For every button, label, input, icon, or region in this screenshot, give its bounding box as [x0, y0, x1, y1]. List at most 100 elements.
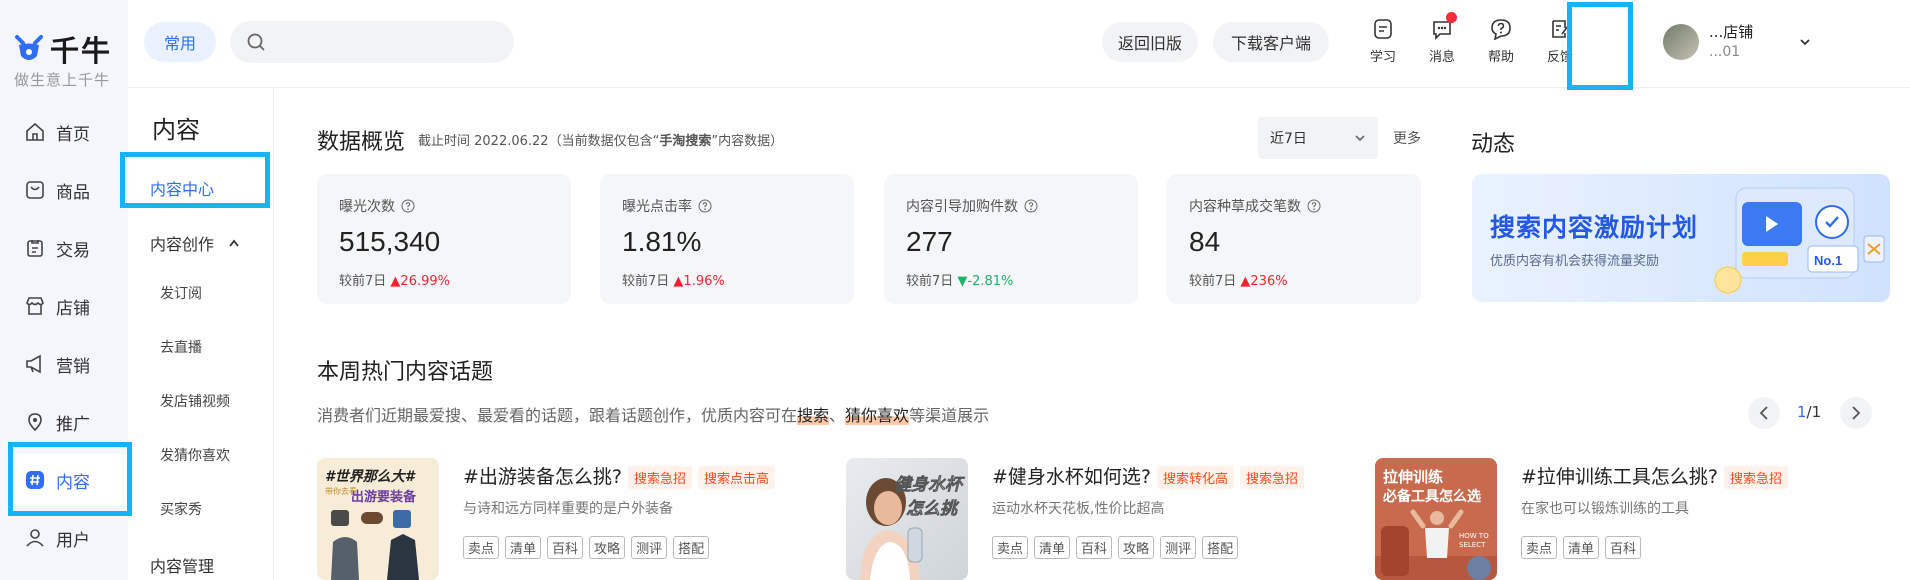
subnav-item-subscribe[interactable]: 发订阅: [160, 283, 202, 303]
overview-more-link[interactable]: 更多: [1393, 128, 1421, 148]
topic-chip[interactable]: 搭配: [1202, 536, 1239, 559]
topic-card-stretch-tools[interactable]: 拉伸训练 必备工具怎么选 HOW TO SELECT #拉伸训练工具怎么挑? 搜索…: [1375, 458, 1855, 580]
help-button[interactable]: 帮助: [1471, 18, 1531, 70]
metric-card-add-to-cart[interactable]: 内容引导加购件数 277 较前7日 ▼-2.81%: [884, 174, 1138, 304]
subnav-item-guess-you-like[interactable]: 发猜你喜欢: [160, 445, 230, 465]
topic-tag: 搜索急招: [628, 466, 693, 489]
topic-chip[interactable]: 测评: [1160, 536, 1197, 559]
metric-card-ctr[interactable]: 曝光点击率 1.81% 较前7日 ▲1.96%: [600, 174, 854, 304]
overview-note-bold: 手淘搜索: [659, 134, 712, 149]
hot-topics-desc-separator: 、: [829, 406, 846, 425]
metric-compare-label: 较前7日: [622, 274, 670, 289]
incentive-banner[interactable]: 搜索内容激励计划 优质内容有机会获得流量奖励 No.1: [1472, 174, 1890, 302]
nav-item-user[interactable]: 用户: [10, 512, 128, 564]
shop-icon: [26, 297, 44, 315]
account-id: ...01: [1709, 44, 1741, 60]
topic-title: #健身水杯如何选?: [992, 466, 1152, 488]
help-icon: [1491, 19, 1511, 40]
topic-chip[interactable]: 百科: [1605, 536, 1642, 559]
topic-chip[interactable]: 测评: [631, 536, 668, 559]
metric-delta: -2.81%: [967, 274, 1014, 289]
question-icon[interactable]: [401, 199, 415, 213]
nav-label: 内容: [56, 472, 90, 493]
feedback-label: 反馈: [1546, 50, 1573, 65]
user-icon: [26, 529, 44, 547]
topic-thumbnail: 健身水杯 怎么挑: [846, 458, 968, 580]
topic-title-row: #拉伸训练工具怎么挑? 搜索急招: [1521, 462, 1789, 489]
download-client-button[interactable]: 下载客户端: [1213, 22, 1329, 62]
message-button[interactable]: 消息: [1412, 12, 1472, 70]
common-button[interactable]: 常用: [144, 22, 216, 62]
trend-up-icon: ▲: [1240, 274, 1251, 289]
subnav-title: 内容: [152, 116, 200, 144]
metric-value: 1.81%: [622, 226, 702, 257]
topic-chip[interactable]: 卖点: [1521, 536, 1558, 559]
subnav-item-live[interactable]: 去直播: [160, 337, 202, 357]
topic-chips: 卖点 清单 百科 攻略 测评 搭配: [463, 536, 710, 559]
topic-chip[interactable]: 攻略: [1118, 536, 1155, 559]
subnav-item-shop-video[interactable]: 发店铺视频: [160, 391, 230, 411]
back-old-version-button[interactable]: 返回旧版: [1102, 22, 1198, 62]
subnav-group-label: 内容创作: [150, 235, 215, 254]
nav-label: 用户: [56, 530, 90, 551]
overview-note: 截止时间 2022.06.22（当前数据仅包含“手淘搜索”内容数据）: [418, 130, 783, 149]
question-icon[interactable]: [1307, 199, 1321, 213]
learn-button[interactable]: 学习: [1353, 18, 1413, 70]
nav-label: 推广: [56, 414, 90, 435]
account-name: ...店铺: [1709, 23, 1754, 41]
metric-card-exposure[interactable]: 曝光次数 515,340 较前7日 ▲26.99%: [317, 174, 571, 304]
topic-chip[interactable]: 清单: [1563, 536, 1600, 559]
topic-chip[interactable]: 百科: [547, 536, 584, 559]
hot-topics-keyword: 搜索: [797, 406, 830, 425]
topic-tag: 搜索转化高: [1157, 466, 1235, 489]
topic-chip[interactable]: 攻略: [589, 536, 626, 559]
overview-title: 数据概览: [317, 130, 406, 155]
chevron-right-icon: [1852, 406, 1861, 420]
metric-card-orders[interactable]: 内容种草成交笔数 84 较前7日 ▲236%: [1167, 174, 1421, 304]
account-switcher[interactable]: ...店铺 ...01: [1663, 22, 1811, 62]
nav-item-marketing[interactable]: 营销: [10, 338, 128, 390]
brand-slogan: 做生意上千牛: [14, 71, 111, 89]
banner-illustration: No.1: [1714, 187, 1885, 294]
nav-item-trade[interactable]: 交易: [10, 222, 128, 274]
topic-card-fitness-bottle[interactable]: 健身水杯 怎么挑 #健身水杯如何选? 搜索转化高 搜索急招 运动水杯天花板,性价比超…: [846, 458, 1326, 580]
nav-item-product[interactable]: 商品: [10, 164, 128, 216]
topic-card-travel-gear[interactable]: #世界那么大# 带你去看 出游要装备 #出游装备怎么挑? 搜索急招 搜索点击高 与诗…: [317, 458, 797, 580]
question-icon[interactable]: [1024, 199, 1038, 213]
subnav-item-content-manage[interactable]: 内容管理: [150, 553, 214, 577]
topic-chip[interactable]: 卖点: [463, 536, 500, 559]
metric-value: 277: [906, 226, 953, 257]
product-icon: [26, 181, 44, 199]
help-label: 帮助: [1487, 50, 1514, 65]
topic-chip[interactable]: 搭配: [673, 536, 710, 559]
page-indicator: 1/1: [1797, 403, 1821, 421]
topic-desc: 与诗和远方同样重要的是户外装备: [463, 501, 673, 517]
search-input[interactable]: [230, 21, 514, 63]
nav-item-home[interactable]: 首页: [10, 106, 128, 158]
nav-item-promotion[interactable]: 推广: [10, 396, 128, 448]
secondary-sidebar: 内容 内容中心 内容创作 发订阅 去直播 发店铺视频 发猜你喜欢 买家秀 内容管…: [128, 88, 274, 580]
topic-chip[interactable]: 清单: [505, 536, 542, 559]
question-icon[interactable]: [698, 199, 712, 213]
qianniu-logo[interactable]: 千牛: [14, 28, 112, 70]
subnav-item-content-center[interactable]: 内容中心: [150, 176, 214, 200]
topic-chip[interactable]: 卖点: [992, 536, 1029, 559]
feedback-button[interactable]: 反馈: [1530, 18, 1590, 70]
topic-chip[interactable]: 百科: [1076, 536, 1113, 559]
next-page-button[interactable]: [1840, 397, 1872, 429]
metric-label: 内容引导加购件数: [906, 199, 1018, 215]
nav-label: 首页: [56, 124, 90, 145]
banner-subtitle: 优质内容有机会获得流量奖励: [1490, 254, 1660, 269]
subnav-item-buyer-show[interactable]: 买家秀: [160, 499, 202, 519]
prev-page-button[interactable]: [1748, 397, 1780, 429]
nav-label: 店铺: [56, 298, 90, 319]
chevron-down-icon: [1355, 135, 1365, 142]
topic-thumbnail: 拉伸训练 必备工具怎么选 HOW TO SELECT: [1375, 458, 1497, 580]
topic-desc: 在家也可以锻炼训练的工具: [1521, 501, 1689, 517]
nav-item-shop[interactable]: 店铺: [10, 280, 128, 332]
metric-label-row: 曝光点击率: [622, 196, 854, 216]
topic-chip[interactable]: 清单: [1034, 536, 1071, 559]
nav-item-content[interactable]: 内容: [10, 454, 128, 506]
subnav-group-content-creation[interactable]: 内容创作: [150, 231, 240, 255]
range-select[interactable]: 近7日: [1258, 117, 1378, 159]
